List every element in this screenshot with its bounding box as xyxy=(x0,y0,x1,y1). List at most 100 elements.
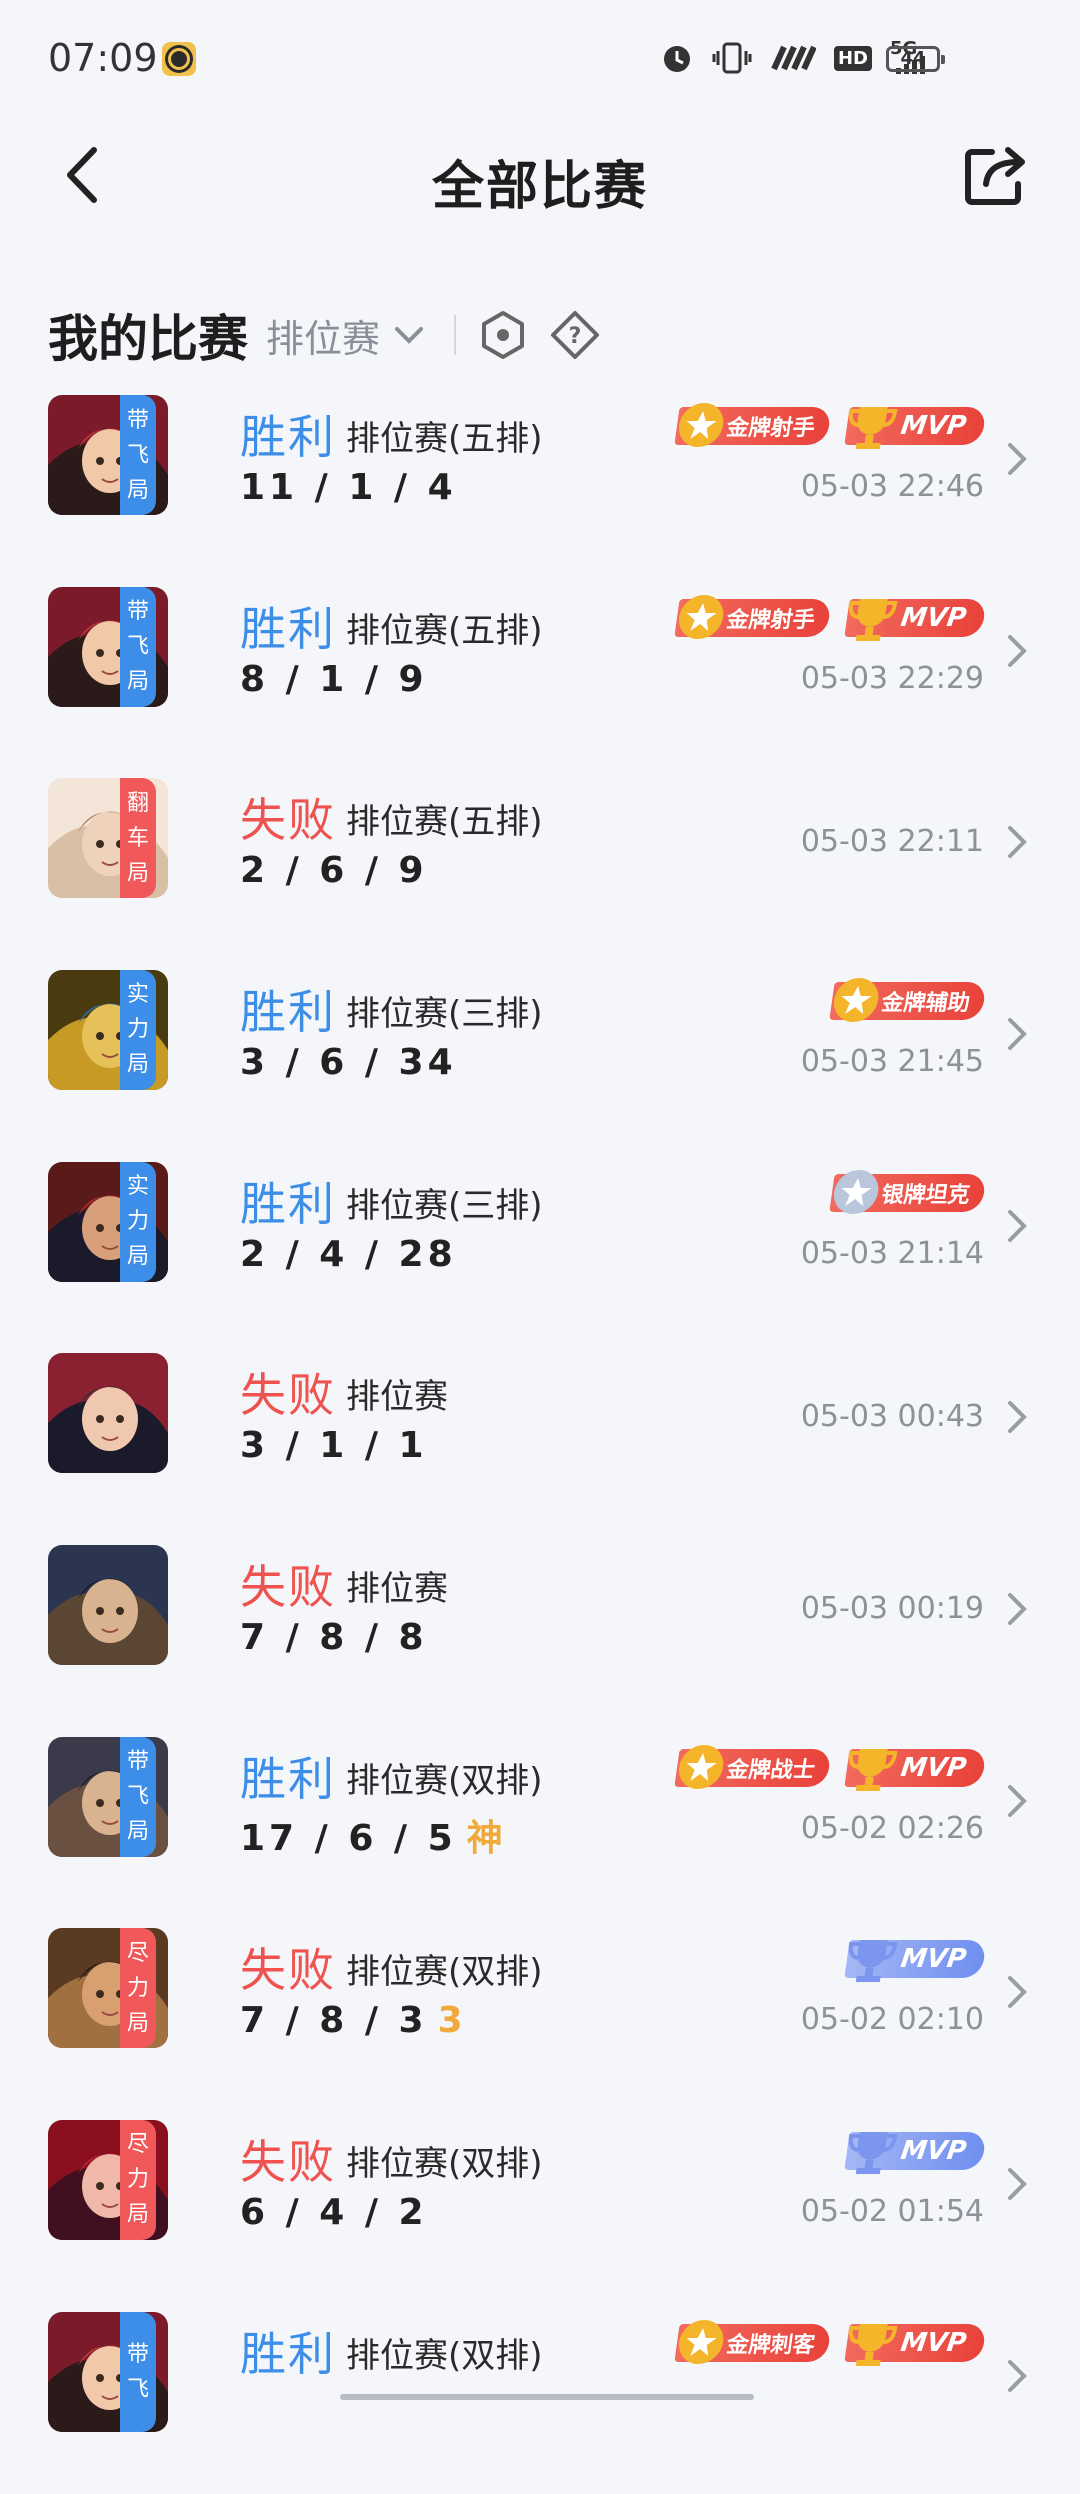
trophy-icon xyxy=(848,2323,898,2366)
match-tag-char: 飞 xyxy=(126,442,149,468)
match-kda: 7 / 8 / 8 xyxy=(240,1617,428,1658)
battery-icon: 44 xyxy=(886,46,945,72)
badge-label: 金牌刺客 xyxy=(724,2332,817,2358)
match-kda: 2 / 4 / 28 xyxy=(240,1234,457,1275)
match-tag-char: 局 xyxy=(126,2202,149,2228)
match-kda: 6 / 4 / 2 xyxy=(240,2192,428,2233)
kda-value: 3 / 1 / 1 xyxy=(240,1425,428,1467)
chevron-right-icon xyxy=(1008,1976,1027,2009)
match-result: 胜利 xyxy=(240,984,336,1039)
match-tag-char: 力 xyxy=(126,2167,149,2193)
match-row[interactable]: 带飞局 胜利 排位赛(五排) 8 / 1 / 9 金牌射手 MVP 05-03 22:29 xyxy=(0,577,1080,769)
page-title: 全部比赛 xyxy=(431,157,648,217)
honor-badge: 金牌战士 xyxy=(674,1744,832,1789)
match-tag-char: 力 xyxy=(126,1975,149,2001)
vibrate-icon xyxy=(712,42,752,74)
match-tag-char: 力 xyxy=(126,1017,149,1043)
kda-highlight: 神 xyxy=(466,1817,507,1859)
match-mode: 排位赛(双排) xyxy=(346,1760,543,1801)
kda-value: 17 / 6 / 5 xyxy=(240,1817,457,1859)
match-mode: 排位赛(双排) xyxy=(346,2143,543,2184)
badge-group: MVP xyxy=(844,2131,987,2174)
match-tag-char: 翻 xyxy=(126,790,149,816)
share-icon[interactable] xyxy=(962,144,1030,208)
match-row[interactable]: 尽力局 失败 排位赛(双排) 7 / 8 / 3 3 MVP 05-02 02:10 xyxy=(0,1918,1080,2110)
badge-group: 金牌辅助 xyxy=(829,977,987,1022)
match-mode: 排位赛(五排) xyxy=(346,610,543,651)
match-row[interactable]: 带飞局 胜利 排位赛(五排) 11 / 1 / 4 金牌射手 MVP 05-03 22:46 xyxy=(0,385,1080,577)
chevron-right-icon xyxy=(1008,443,1027,475)
match-tag: 带飞局 xyxy=(120,586,156,707)
hd-icon: HD xyxy=(833,45,872,71)
match-row[interactable]: 带飞局 胜利 排位赛(双排) 17 / 6 / 5 神 金牌战士 MVP 05-02 02:2… xyxy=(0,1727,1080,1919)
mvp-badge: MVP xyxy=(844,2131,987,2174)
kda-value: 7 / 8 / 8 xyxy=(240,1616,428,1658)
badge-label: MVP xyxy=(898,411,969,441)
match-row[interactable]: 实力局 胜利 排位赛(三排) 2 / 4 / 28 银牌坦克 05-03 21:14 xyxy=(0,1152,1080,1344)
match-kda: 2 / 6 / 9 xyxy=(240,850,428,891)
match-row[interactable]: 尽力局 失败 排位赛(双排) 6 / 4 / 2 MVP 05-02 01:54 xyxy=(0,2110,1080,2302)
match-row[interactable]: 失败 排位赛 3 / 1 / 1 05-03 00:43 xyxy=(0,1343,1080,1535)
hero-avatar xyxy=(48,1544,168,1665)
medal-star-icon xyxy=(678,403,724,447)
match-tag-char: 带 xyxy=(126,599,149,625)
match-row[interactable]: 实力局 胜利 排位赛(三排) 3 / 6 / 34 金牌辅助 05-03 21:45 xyxy=(0,960,1080,1152)
honor-badge: 银牌坦克 xyxy=(829,1169,987,1214)
match-result: 胜利 xyxy=(240,1176,336,1231)
trophy-icon xyxy=(848,1748,898,1791)
mode-dropdown[interactable]: 排位赛 xyxy=(266,308,424,363)
chevron-right-icon xyxy=(1008,1784,1027,1817)
match-mode: 排位赛(五排) xyxy=(346,802,543,843)
match-mode: 排位赛 xyxy=(346,1568,448,1609)
match-tag-char: 实 xyxy=(126,982,149,1008)
match-tag-char: 实 xyxy=(126,1174,149,1200)
match-tag-char: 局 xyxy=(126,860,149,886)
match-mode: 排位赛(三排) xyxy=(346,993,543,1034)
match-mode: 排位赛(三排) xyxy=(346,1185,543,1226)
match-row[interactable]: 翻车局 失败 排位赛(五排) 2 / 6 / 9 05-03 22:11 xyxy=(0,768,1080,960)
badge-label: 金牌射手 xyxy=(724,416,817,441)
match-tag-char: 带 xyxy=(126,1749,149,1775)
chevron-right-icon xyxy=(1008,2359,1027,2392)
badge-group: 金牌射手 MVP xyxy=(674,403,987,449)
filter-row: 我的比赛 排位赛 ? xyxy=(48,290,622,380)
match-tag: 尽力局 xyxy=(120,2119,156,2240)
hex-eye-icon[interactable] xyxy=(478,310,528,360)
match-tag: 带飞局 xyxy=(120,1736,156,1857)
badge-group: MVP xyxy=(844,1940,987,1983)
trophy-icon xyxy=(848,1940,898,1983)
match-tag-char: 局 xyxy=(126,1244,149,1270)
kda-value: 8 / 1 / 9 xyxy=(240,658,428,700)
chevron-right-icon xyxy=(1008,1209,1027,1242)
medal-star-icon xyxy=(678,2319,724,2364)
honor-badge: 金牌射手 xyxy=(674,594,832,639)
chevron-right-icon xyxy=(1008,1017,1027,1050)
match-tag-char: 尽 xyxy=(126,1940,149,1966)
badge-group: 金牌刺客 MVP xyxy=(674,2319,987,2366)
mvp-badge: MVP xyxy=(844,1748,987,1791)
mvp-badge: MVP xyxy=(844,407,987,449)
app-icon xyxy=(162,42,196,76)
help-diamond-icon[interactable]: ? xyxy=(550,310,600,360)
match-kda: 3 / 1 / 1 xyxy=(240,1425,428,1466)
badge-group: 金牌射手 MVP xyxy=(674,594,987,641)
chevron-down-icon xyxy=(395,327,424,344)
chevron-right-icon xyxy=(1008,2167,1027,2200)
kda-highlight: 3 xyxy=(437,2000,467,2042)
match-time: 05-03 21:14 xyxy=(800,1235,984,1271)
honor-badge: 金牌射手 xyxy=(674,403,832,447)
match-tag-char: 力 xyxy=(126,1209,149,1235)
badge-label: 金牌战士 xyxy=(724,1757,817,1783)
kda-value: 11 / 1 / 4 xyxy=(240,467,457,508)
honor-badge: 金牌刺客 xyxy=(674,2319,832,2364)
match-time: 05-03 21:45 xyxy=(800,1043,984,1079)
match-row[interactable]: 失败 排位赛 7 / 8 / 8 05-03 00:19 xyxy=(0,1535,1080,1727)
match-time: 05-02 02:10 xyxy=(800,2002,984,2038)
scroll-indicator[interactable] xyxy=(340,2394,754,2400)
match-time: 05-03 22:29 xyxy=(800,660,984,696)
match-result: 失败 xyxy=(240,1368,336,1423)
chevron-right-icon xyxy=(1008,826,1027,859)
badge-label: MVP xyxy=(898,1944,969,1975)
badge-label: 金牌射手 xyxy=(724,607,817,633)
alarm-icon xyxy=(663,46,690,72)
